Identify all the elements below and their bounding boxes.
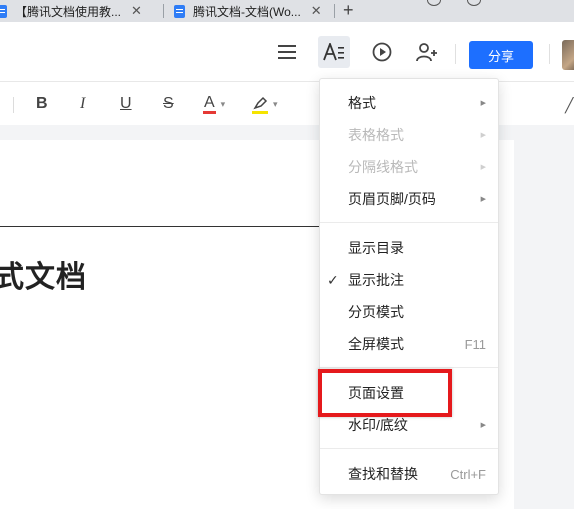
menu-item-label: 显示批注 [348,272,404,288]
menu-item-label: 分页模式 [348,304,404,320]
tab-divider [163,4,164,18]
collapse-icon[interactable]: ╱ [565,97,573,114]
document-heading[interactable]: 式文档 [0,252,87,296]
highlighter-icon [252,94,268,114]
menu-item-shortcut: F11 [464,336,486,352]
menu-divider [320,448,498,449]
menu-item-show-comments[interactable]: ✓ 显示批注 [320,264,498,296]
menu-item-label: 页眉页脚/页码 [348,191,436,207]
menu-item-label: 表格格式 [348,127,404,143]
menu-divider [320,367,498,368]
browser-tab-strip: 【腾讯文档使用教... ✕ 腾讯文档-文档(Wo... ✕ + [0,0,574,22]
document-icon [0,4,7,18]
menu-item-shortcut: Ctrl+F [450,466,486,482]
extension-icon[interactable] [427,0,441,6]
header-divider [455,44,456,64]
menu-item-divider-format[interactable]: 分隔线格式 ▶ [320,151,498,183]
share-button[interactable]: 分享 [469,41,533,69]
menu-divider [320,222,498,223]
highlight-annotation-box [318,369,452,417]
highlight-color-button[interactable]: ▾ [252,93,278,115]
menu-item-label: 显示目录 [348,240,404,256]
menu-item-find-replace[interactable]: 查找和替换 Ctrl+F [320,458,498,490]
text-format-icon[interactable] [318,36,350,68]
submenu-arrow-icon: ▶ [480,422,486,429]
chevron-down-icon: ▾ [220,98,226,109]
play-icon[interactable] [370,40,394,64]
font-color-letter: A [203,94,216,114]
app-header: 分享 [0,22,574,82]
checkmark-icon: ✓ [327,271,339,288]
page-divider-line [0,226,320,227]
browser-tab-1[interactable]: 【腾讯文档使用教... ✕ [0,0,142,22]
menu-item-fullscreen[interactable]: 全屏模式 F11 [320,328,498,360]
avatar[interactable] [562,40,574,70]
new-tab-button[interactable]: + [343,0,354,20]
font-color-button[interactable]: A ▾ [203,93,225,115]
submenu-arrow-icon: ▶ [480,132,486,139]
browser-tab-1-title: 【腾讯文档使用教... [15,4,122,19]
submenu-arrow-icon: ▶ [480,100,486,107]
header-divider [549,44,550,64]
close-tab-2-icon[interactable]: ✕ [311,3,322,19]
menu-item-label: 查找和替换 [348,466,418,482]
menu-item-format[interactable]: 格式 ▶ [320,87,498,119]
menu-item-label: 分隔线格式 [348,159,418,175]
underline-button[interactable]: U [120,93,132,115]
bold-button[interactable]: B [36,93,48,115]
extension-icon[interactable] [467,0,481,6]
tab-divider [334,4,335,18]
toolbar-divider [13,97,14,113]
document-icon [174,4,185,18]
menu-item-label: 格式 [348,95,376,111]
italic-button[interactable]: I [80,93,85,115]
strikethrough-button[interactable]: S [163,93,174,115]
menu-icon[interactable] [275,40,299,64]
submenu-arrow-icon: ▶ [480,196,486,203]
menu-item-label: 全屏模式 [348,336,404,352]
menu-item-page-mode[interactable]: 分页模式 [320,296,498,328]
view-settings-menu: 格式 ▶ 表格格式 ▶ 分隔线格式 ▶ 页眉页脚/页码 ▶ 显示目录 ✓ 显示批… [319,78,499,495]
submenu-arrow-icon: ▶ [480,164,486,171]
menu-item-label: 水印/底纹 [348,417,408,433]
menu-item-table-format[interactable]: 表格格式 ▶ [320,119,498,151]
add-user-icon[interactable] [415,40,439,64]
chevron-down-icon: ▾ [273,98,278,109]
close-tab-1-icon[interactable]: ✕ [131,3,142,19]
browser-tab-2[interactable]: 腾讯文档-文档(Wo... ✕ [174,0,322,22]
browser-tab-2-title: 腾讯文档-文档(Wo... [193,4,301,19]
menu-item-header-footer[interactable]: 页眉页脚/页码 ▶ [320,183,498,215]
menu-item-show-toc[interactable]: 显示目录 [320,232,498,264]
